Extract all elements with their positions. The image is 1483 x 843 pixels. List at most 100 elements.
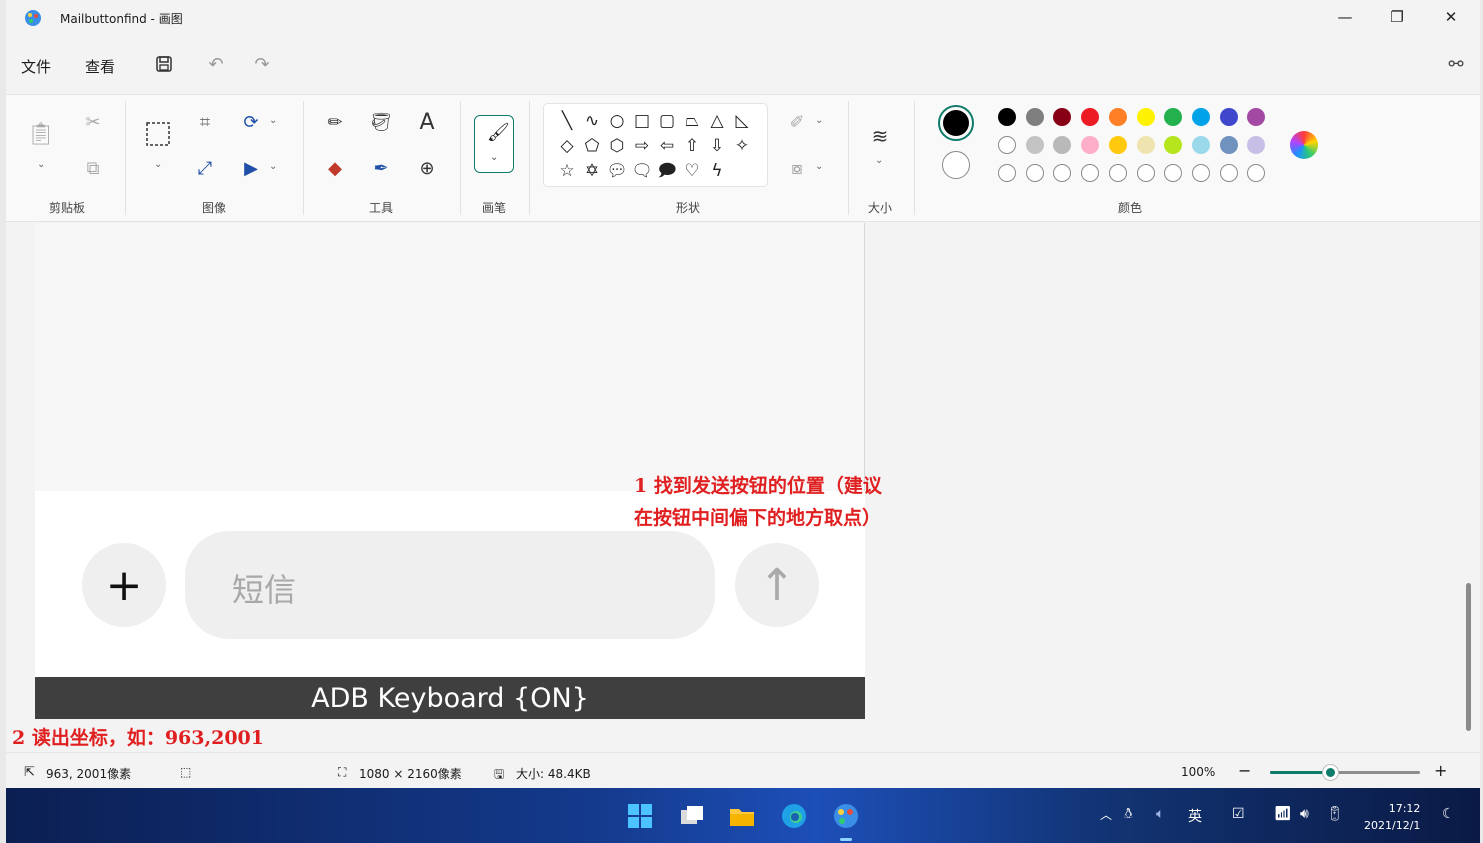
custom-color-slot[interactable] [1108, 164, 1127, 182]
ime-indicator[interactable]: 英 [1188, 806, 1202, 826]
rounded-rectangle-shape-icon[interactable]: ▢ [656, 110, 678, 132]
system-clock[interactable]: 17:12 2021/12/1 [1364, 800, 1420, 834]
left-arrow-shape-icon[interactable]: ⇦ [656, 135, 678, 157]
fill-bucket-icon[interactable]: 🪣︎ [368, 109, 394, 135]
tray-speaker-muted-icon[interactable]: 🔈︎ [1156, 806, 1164, 822]
rotate-icon[interactable]: ⟳ [238, 109, 264, 135]
color-swatch[interactable] [1247, 108, 1266, 126]
menu-file[interactable]: 文件 [21, 56, 51, 77]
custom-color-slot[interactable] [998, 164, 1016, 182]
chevron-down-icon[interactable]: ⌄ [875, 155, 883, 166]
oval-callout-shape-icon[interactable]: 🗨︎ [631, 160, 653, 182]
volume-icon[interactable]: 🔊︎ [1300, 806, 1309, 822]
rectangle-shape-icon[interactable]: □ [631, 110, 653, 132]
paste-icon[interactable]: 📋︎ [27, 121, 55, 147]
color-swatch[interactable] [1081, 108, 1100, 126]
outline-icon[interactable]: ✐ [784, 109, 810, 135]
text-tool-icon[interactable]: A [414, 109, 440, 135]
start-icon[interactable] [626, 802, 654, 830]
right-arrow-shape-icon[interactable]: ⇨ [631, 135, 653, 157]
cut-icon[interactable]: ✂ [80, 109, 106, 135]
color-swatch[interactable] [1164, 136, 1183, 154]
color-swatch[interactable] [1108, 136, 1127, 154]
color-swatch[interactable] [1053, 108, 1072, 126]
line-shape-icon[interactable]: ╲ [556, 110, 578, 132]
down-arrow-shape-icon[interactable]: ⇩ [706, 135, 728, 157]
custom-color-slot[interactable] [1219, 164, 1238, 182]
save-icon[interactable] [152, 52, 176, 76]
menu-view[interactable]: 查看 [85, 56, 115, 77]
heart-shape-icon[interactable]: ♡ [681, 160, 703, 182]
color-swatch[interactable] [1053, 136, 1072, 154]
share-icon[interactable]: ⚯ [1444, 52, 1468, 76]
fill-icon[interactable]: ⧇ [784, 155, 810, 181]
custom-color-slot[interactable] [1053, 164, 1072, 182]
notification-moon-icon[interactable]: ☾ [1442, 806, 1455, 822]
chevron-down-icon[interactable]: ⌄ [815, 161, 823, 172]
chevron-down-icon[interactable]: ⌄ [154, 159, 162, 170]
color-swatch[interactable] [1247, 136, 1266, 154]
tray-overflow-icon[interactable]: ︿ [1100, 806, 1112, 823]
color-swatch[interactable] [1025, 136, 1044, 154]
custom-color-slot[interactable] [1081, 164, 1100, 182]
color-swatch[interactable] [1108, 108, 1127, 126]
rect-callout-shape-icon[interactable]: 💬︎ [606, 160, 628, 182]
chevron-down-icon[interactable]: ⌄ [815, 115, 823, 126]
zoom-out-button[interactable]: − [1238, 761, 1251, 780]
oval-shape-icon[interactable]: ○ [606, 110, 628, 132]
hexagon-shape-icon[interactable]: ⬡ [606, 135, 628, 157]
chevron-down-icon[interactable]: ⌄ [269, 161, 277, 172]
close-button[interactable]: ✕ [1428, 0, 1474, 34]
restore-button[interactable]: ❐ [1374, 0, 1420, 34]
diamond-shape-icon[interactable]: ◇ [556, 135, 578, 157]
tray-checkbox-icon[interactable]: ☑ [1232, 806, 1245, 822]
brushes-button[interactable]: 🖌︎ ⌄ [474, 115, 514, 173]
four-point-star-shape-icon[interactable]: ✧ [731, 135, 753, 157]
magnifier-icon[interactable]: ⊕ [414, 155, 440, 181]
color-swatch[interactable] [1191, 136, 1210, 154]
primary-color[interactable] [938, 105, 974, 141]
pentagon-shape-icon[interactable]: ⬠ [581, 135, 603, 157]
vertical-scrollbar[interactable] [1466, 583, 1471, 731]
color-swatch[interactable] [998, 136, 1016, 154]
color-swatch[interactable] [1025, 108, 1044, 126]
color-picker-icon[interactable]: ✒ [368, 155, 394, 181]
crop-icon[interactable]: ⌗ [192, 109, 218, 135]
undo-icon[interactable]: ↶ [204, 52, 228, 76]
tray-app-icon[interactable]: 🐧︎ [1124, 806, 1133, 824]
flip-icon[interactable]: ▶ [238, 155, 264, 181]
resize-icon[interactable]: ⤢ [192, 155, 218, 181]
color-swatch[interactable] [1219, 136, 1238, 154]
edit-colors-icon[interactable] [1290, 131, 1318, 159]
color-swatch[interactable] [1219, 108, 1238, 126]
zoom-in-button[interactable]: + [1434, 761, 1447, 780]
right-triangle-shape-icon[interactable]: ◺ [731, 110, 753, 132]
color-swatch[interactable] [1136, 136, 1155, 154]
color-swatch[interactable] [1136, 108, 1155, 126]
custom-color-slot[interactable] [1136, 164, 1155, 182]
custom-color-slot[interactable] [1247, 164, 1266, 182]
chevron-down-icon[interactable]: ⌄ [269, 115, 277, 126]
lightning-shape-icon[interactable]: ϟ [706, 160, 728, 182]
pencil-icon[interactable]: ✏ [322, 109, 348, 135]
edge-browser-icon[interactable] [780, 802, 808, 830]
six-point-star-shape-icon[interactable]: ✡ [581, 160, 603, 182]
zoom-slider-thumb[interactable] [1323, 765, 1338, 780]
color-swatch[interactable] [1191, 108, 1210, 126]
minimize-button[interactable]: — [1322, 0, 1368, 34]
copy-icon[interactable]: ⧉ [80, 155, 106, 181]
select-icon[interactable] [145, 121, 171, 147]
color-swatch[interactable] [1164, 108, 1183, 126]
chevron-down-icon[interactable]: ⌄ [37, 159, 45, 170]
file-explorer-icon[interactable] [728, 802, 756, 830]
polygon-shape-icon[interactable]: ⏢ [681, 110, 703, 132]
five-point-star-shape-icon[interactable]: ☆ [556, 160, 578, 182]
battery-icon[interactable]: 🔋︎ [1326, 806, 1344, 822]
custom-color-slot[interactable] [1191, 164, 1210, 182]
triangle-shape-icon[interactable]: △ [706, 110, 728, 132]
task-view-icon[interactable] [678, 802, 706, 830]
custom-color-slot[interactable] [1164, 164, 1183, 182]
paint-taskbar-icon[interactable] [832, 802, 860, 830]
color-swatch[interactable] [998, 108, 1016, 126]
redo-icon[interactable]: ↷ [250, 52, 274, 76]
